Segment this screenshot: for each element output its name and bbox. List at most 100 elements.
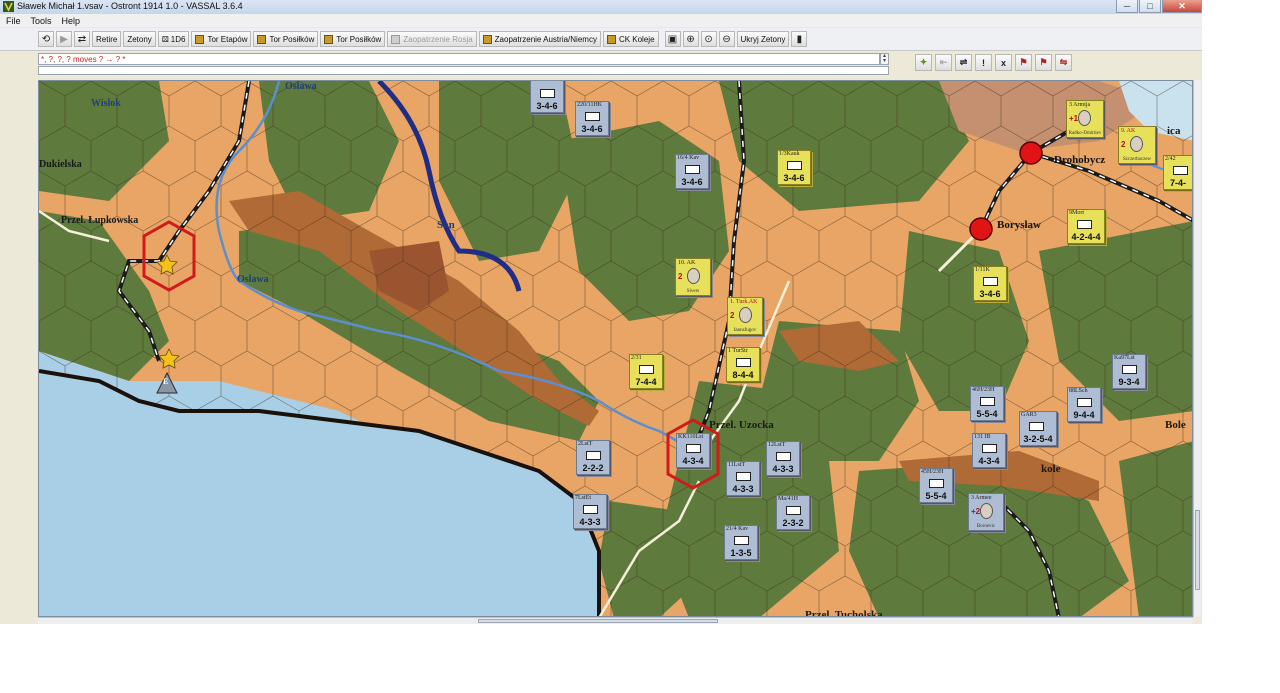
unit-designation: 2/31 — [631, 355, 642, 361]
hq-counter[interactable]: 9. AK 2 Szczerbaczew — [1118, 126, 1156, 164]
unit-designation: 220/11HK — [577, 102, 603, 108]
map-terrain — [39, 81, 1192, 616]
zoom-select-icon[interactable]: ⊙ — [700, 31, 717, 47]
die-roll-button[interactable]: ⚄ 1D6 — [157, 31, 190, 47]
hq-counter[interactable]: 3 Armija +1 Radko-Dmitriev — [1066, 100, 1104, 138]
map-alert-icon[interactable]: ! — [975, 54, 992, 71]
unit-designation: GAR3 — [1021, 412, 1037, 418]
zaopatrzenie-rosja-label: Zaopatrzenie Rosja — [403, 34, 473, 44]
hq-modifier: 2 — [678, 272, 683, 281]
hq-modifier: +2 — [971, 507, 981, 516]
unit-counter[interactable]: 7LstEt 4-3-3 — [573, 494, 607, 529]
unit-designation: KK110Lst — [678, 434, 704, 440]
unit-counter[interactable]: 9Mort 4-2-4-4 — [1067, 209, 1105, 244]
hq-modifier: +1 — [1069, 114, 1079, 123]
unit-counter[interactable]: 1/11K 3-4-6 — [973, 266, 1007, 301]
unit-counter[interactable]: 11LstT 4-3-3 — [726, 461, 760, 496]
zoom-out-icon[interactable]: ⊖ — [718, 31, 735, 47]
tor-posilkow-button-2[interactable]: Tor Posiłków — [320, 31, 386, 47]
unit-counter[interactable]: 12LstT 4-3-3 — [766, 441, 800, 476]
unit-designation: 45H/23H — [921, 469, 944, 475]
map-flag-icon-2[interactable]: ⚑ — [1035, 54, 1052, 71]
unit-strength: 4-2-4-4 — [1071, 232, 1101, 242]
ukryj-zetony-label: Ukryj Zetony — [740, 34, 786, 44]
chat-area: *, ?, ?, ? moves ? → ? * ▴ ▾ ✦ ⇤ ⇌ ! x ⚑ … — [0, 51, 1202, 76]
map-flag-icon-1[interactable]: ⚑ — [1015, 54, 1032, 71]
chat-scrollbar[interactable]: ▴ ▾ — [880, 53, 889, 65]
map-icon — [391, 34, 401, 44]
vertical-scroll-thumb[interactable] — [1195, 510, 1200, 590]
ck-koleje-button[interactable]: CK Koleje — [602, 31, 659, 47]
unit-counter[interactable]: 45H/23H 5-5-4 — [919, 468, 953, 503]
unit-counter[interactable]: 21/4 Kav 1-3-5 — [724, 525, 758, 560]
unit-counter[interactable]: 16/4 Kav 3-4-6 — [675, 154, 709, 189]
map-compare-icon[interactable]: ⇌ — [955, 54, 972, 71]
unit-counter[interactable]: 131 IB 4-3-4 — [972, 433, 1006, 468]
unit-counter[interactable]: 1 TurStr 8-4-4 — [726, 347, 760, 382]
unit-designation: 2LstT — [578, 441, 593, 447]
unit-counter[interactable]: 3-4-6 — [530, 81, 564, 113]
zaopatrzenie-austria-label: Zaopatrzenie Austria/Niemcy — [494, 34, 597, 44]
map-icon — [482, 34, 492, 44]
printer-icon[interactable]: ▣ — [664, 31, 681, 47]
counter-stack-icon[interactable]: ▮ — [791, 31, 808, 47]
tor-posilkow-button-1[interactable]: Tor Posiłków — [253, 31, 319, 47]
unit-counter[interactable]: KK110Lst 4-3-4 — [676, 433, 710, 468]
unit-counter[interactable]: 1/3Kauk 3-4-6 — [777, 150, 811, 185]
unit-designation: 9Mort — [1069, 210, 1084, 216]
unit-designation: 88LSch — [1069, 388, 1088, 394]
unit-counter[interactable]: 2LstT 2-2-2 — [576, 440, 610, 475]
zaopatrzenie-rosja-button[interactable]: Zaopatrzenie Rosja — [387, 31, 477, 47]
horizontal-scroll-thumb[interactable] — [478, 619, 718, 623]
hq-counter[interactable]: 3 Armee +2 Boroevic — [968, 493, 1004, 531]
map-vertical-scrollbar[interactable] — [1193, 80, 1201, 617]
retire-button[interactable]: Retire — [92, 31, 122, 47]
step-forward-icon[interactable]: ▶ — [56, 31, 72, 47]
menu-bar: File Tools Help — [0, 14, 1202, 27]
unit-counter[interactable]: 220/11HK 3-4-6 — [575, 101, 609, 136]
tor-etapow-label: Tor Etapów — [207, 34, 248, 44]
zetony-button[interactable]: Zetony — [123, 31, 156, 47]
tor-posilkow-label: Tor Posiłków — [269, 34, 315, 44]
hq-counter[interactable]: 1. Turk.AK 2 Iannsfugov — [727, 297, 763, 335]
label-oslawa: Osława — [237, 274, 269, 285]
leader-name: Iannsfugov — [733, 328, 757, 333]
unit-strength: 2-3-2 — [782, 518, 804, 528]
unit-counter[interactable]: Ka97Lst 9-3-4 — [1112, 354, 1146, 389]
close-button[interactable]: ✕ — [1162, 0, 1202, 13]
hq-counter[interactable]: 10. AK 2 Sivers — [675, 258, 711, 296]
menu-file[interactable]: File — [6, 16, 21, 26]
unit-counter[interactable]: 2/31 7-4-4 — [629, 354, 663, 389]
unit-counter[interactable]: GAR3 3-2-5-4 — [1019, 411, 1057, 446]
infantry-icon — [639, 365, 654, 374]
menu-tools[interactable]: Tools — [31, 16, 52, 26]
unit-strength: 4-3-3 — [579, 517, 601, 527]
map-transfer-icon[interactable]: ⇋ — [1055, 54, 1072, 71]
zaopatrzenie-austria-button[interactable]: Zaopatrzenie Austria/Niemcy — [478, 31, 601, 47]
chat-log: *, ?, ?, ? moves ? → ? * — [38, 53, 880, 65]
unit-counter[interactable]: 88LSch 9-4-4 — [1067, 387, 1101, 422]
maximize-button[interactable]: □ — [1139, 0, 1161, 13]
map-horizontal-scrollbar[interactable] — [38, 617, 1193, 624]
chat-input[interactable] — [38, 66, 889, 75]
cavalry-icon — [787, 161, 802, 170]
ukryj-zetony-button[interactable]: Ukryj Zetony — [736, 31, 790, 47]
unit-counter[interactable]: Ma/41H 2-3-2 — [776, 495, 810, 530]
map-close-icon[interactable]: x — [995, 54, 1012, 71]
unit-counter[interactable]: 2/42 7-4- — [1163, 155, 1192, 190]
game-map[interactable]: Wisłok Dukielska Przel. Łupkowska Osława… — [38, 80, 1193, 617]
undo-icon[interactable]: ⟲ — [38, 31, 54, 47]
infantry-icon — [980, 397, 995, 406]
minimize-button[interactable]: ─ — [1116, 0, 1138, 13]
unit-designation: 16/4 Kav — [677, 155, 700, 161]
zoom-in-icon[interactable]: ⊕ — [682, 31, 699, 47]
leader-portrait-icon — [1130, 136, 1143, 152]
map-overview-icon[interactable]: ✦ — [915, 54, 932, 71]
flip-arrows-icon[interactable]: ⇄ — [74, 31, 90, 47]
map-undo-icon[interactable]: ⇤ — [935, 54, 952, 71]
tor-etapow-button[interactable]: Tor Etapów — [191, 31, 252, 47]
infantry-icon — [583, 505, 598, 514]
unit-counter[interactable]: 46H/23H 5-5-4 — [970, 386, 1004, 421]
menu-help[interactable]: Help — [62, 16, 81, 26]
hq-modifier: 2 — [730, 311, 735, 320]
